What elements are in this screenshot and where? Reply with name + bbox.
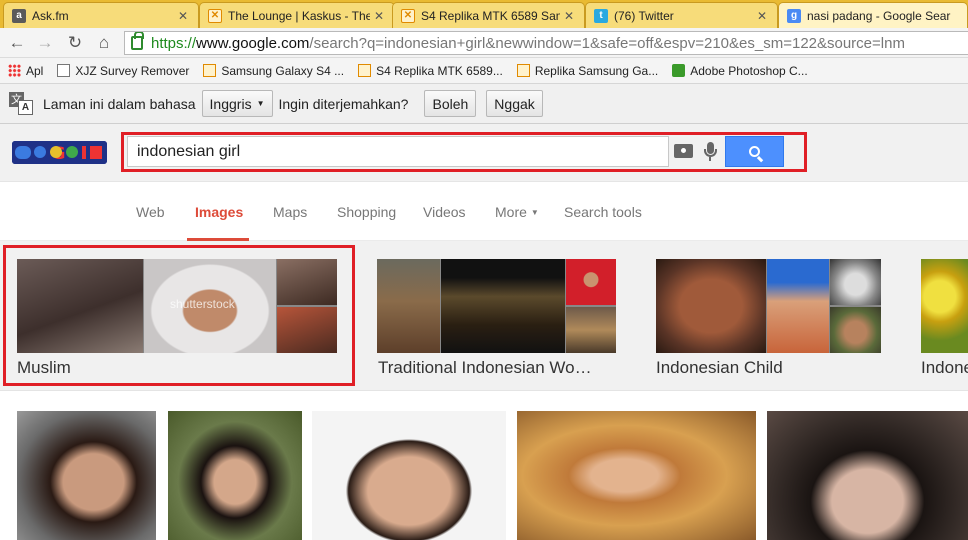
twitter-icon: t (594, 8, 608, 23)
result-image[interactable] (168, 411, 302, 540)
translate-question: Ingin diterjemahkan? (278, 95, 409, 112)
bookmark-label: Adobe Photoshop C... (690, 63, 808, 78)
address-bar[interactable]: https://www.google.com/search?q=indonesi… (124, 31, 968, 55)
related-label[interactable]: Indone (921, 358, 968, 378)
askfm-icon: a (12, 8, 26, 23)
translate-icon: 文 A (9, 91, 35, 116)
highlight-annotation (3, 245, 355, 386)
bookmark-label: XJZ Survey Remover (75, 63, 190, 78)
result-image[interactable] (767, 411, 968, 540)
translate-no-button[interactable]: Nggak (486, 90, 543, 117)
result-image[interactable] (17, 411, 156, 540)
bookmark-label: S4 Replika MTK 6589... (376, 63, 503, 78)
tab-shopping[interactable]: Shopping (337, 204, 396, 220)
result-image[interactable] (312, 411, 506, 540)
close-icon[interactable]: ✕ (564, 9, 576, 23)
related-image (830, 259, 881, 305)
kaskus-icon (516, 64, 530, 77)
related-image (377, 259, 440, 353)
bookmark-xjz-survey[interactable]: XJZ Survey Remover (57, 64, 189, 78)
chevron-down-icon: ▼ (530, 208, 539, 217)
url-host: www.google.com (196, 34, 310, 52)
home-icon[interactable]: ⌂ (93, 32, 115, 54)
browser-tab-kaskus-lounge[interactable]: ✕ The Lounge | Kaskus - The ✕ (199, 2, 395, 28)
bookmark-s4-replika[interactable]: S4 Replika MTK 6589... (358, 64, 503, 78)
download-icon (672, 64, 686, 77)
bookmark-label: Apl (26, 63, 44, 78)
chevron-down-icon: ▼ (256, 99, 265, 108)
tab-title: The Lounge | Kaskus - The (228, 8, 370, 23)
related-image (830, 307, 881, 353)
google-logo-icon: G (12, 141, 107, 164)
related-card-partial[interactable] (921, 259, 968, 353)
translate-bar: 文 A Laman ini dalam bahasa Inggris ▼ Ing… (0, 84, 968, 124)
tab-videos[interactable]: Videos (423, 204, 466, 220)
browser-toolbar: ← → ↻ ⌂ https://www.google.com/search?q=… (0, 28, 968, 58)
tab-title: nasi padang - Google Sear (807, 8, 951, 23)
translate-prefix: Laman ini dalam bahasa (43, 95, 196, 112)
kaskus-icon (203, 64, 217, 77)
search-nav: Web Images Maps Shopping Videos More ▼ Se… (0, 183, 968, 241)
related-image (441, 259, 565, 353)
tab-more-label: More (495, 204, 527, 220)
related-image (566, 259, 616, 305)
google-header: G indonesian girl (0, 124, 968, 182)
tab-title: (76) Twitter (614, 8, 674, 23)
url-scheme: https:// (151, 34, 197, 52)
browser-tab-s4-replika[interactable]: ✕ S4 Replika MTK 6589 Sams ✕ (392, 2, 585, 28)
reload-icon[interactable]: ↻ (64, 32, 86, 54)
related-image (921, 259, 968, 353)
language-select[interactable]: Inggris ▼ (201, 90, 273, 117)
image-results (0, 392, 968, 540)
tab-more[interactable]: More ▼ (495, 204, 539, 220)
bookmark-samsung-s4[interactable]: Samsung Galaxy S4 ... (203, 64, 344, 78)
bookmarks-bar: Apl XJZ Survey Remover Samsung Galaxy S4… (0, 58, 968, 84)
bookmark-label: Samsung Galaxy S4 ... (221, 63, 345, 78)
apps-icon (8, 64, 21, 77)
tab-title: S4 Replika MTK 6589 Sams (421, 8, 560, 23)
related-label[interactable]: Traditional Indonesian Wo… (378, 358, 618, 378)
url-path: /search?q=indonesian+girl&newwindow=1&sa… (309, 34, 905, 52)
tab-images[interactable]: Images (195, 204, 243, 220)
browser-tab-twitter[interactable]: t (76) Twitter ✕ (585, 2, 778, 28)
tab-strip: a Ask.fm ✕ ✕ The Lounge | Kaskus - The ✕… (0, 0, 968, 28)
close-icon[interactable]: ✕ (374, 9, 386, 23)
kaskus-icon: ✕ (208, 8, 222, 23)
related-image (767, 259, 829, 353)
kaskus-icon: ✕ (401, 8, 415, 23)
related-searches: shutterstock Muslim Traditional Indonesi… (0, 241, 968, 391)
browser-tab-google[interactable]: g nasi padang - Google Sear (778, 2, 968, 28)
related-image (656, 259, 766, 353)
related-card-child[interactable] (656, 259, 881, 353)
translate-yes-button[interactable]: Boleh (424, 90, 477, 117)
browser-tab-askfm[interactable]: a Ask.fm ✕ (3, 2, 199, 28)
kaskus-icon (358, 64, 372, 77)
bookmark-apps[interactable]: Apl (8, 64, 43, 78)
result-image[interactable] (517, 411, 756, 540)
close-icon[interactable]: ✕ (178, 9, 190, 23)
tab-web[interactable]: Web (136, 204, 165, 220)
related-label[interactable]: Indonesian Child (656, 358, 886, 378)
search-tools-button[interactable]: Search tools (564, 204, 642, 220)
bookmark-label: Replika Samsung Ga... (534, 63, 659, 78)
highlight-annotation (121, 132, 807, 172)
google-doodle-logo[interactable]: G (12, 141, 107, 164)
related-card-traditional[interactable] (377, 259, 616, 353)
google-icon: g (787, 8, 801, 23)
forward-arrow-icon[interactable]: → (34, 32, 56, 54)
bookmark-adobe-photoshop[interactable]: Adobe Photoshop C... (672, 63, 808, 78)
close-icon[interactable]: ✕ (757, 9, 769, 23)
tab-maps[interactable]: Maps (273, 204, 307, 220)
language-value: Inggris (209, 95, 252, 112)
page-icon (57, 64, 71, 77)
lock-icon (131, 32, 144, 50)
tab-title: Ask.fm (32, 8, 69, 23)
back-arrow-icon[interactable]: ← (6, 32, 28, 54)
related-image (566, 307, 616, 353)
bookmark-replika-samsung[interactable]: Replika Samsung Ga... (516, 63, 659, 78)
